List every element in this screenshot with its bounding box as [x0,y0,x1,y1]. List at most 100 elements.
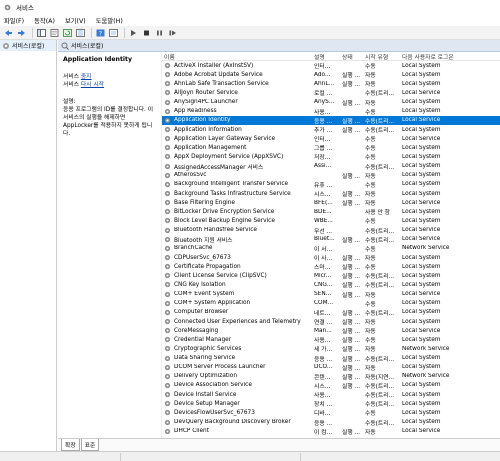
table-row[interactable]: COM+ Event System SEN... 실행 ... 자동 Local Ser… [162,290,500,299]
table-row[interactable]: AnySign4PC Launcher AnyS... 실행 ... 자동 Local … [162,98,500,107]
tab-standard[interactable]: 표준 [80,439,100,451]
restart-service-link[interactable]: 다시 시작 [81,82,104,88]
service-name: Base Filtering Engine [174,199,235,206]
refresh-icon[interactable] [62,28,73,38]
service-startup-cell: 자동 [365,320,376,326]
tree-node-services-local[interactable]: 서비스(로컬) [0,40,56,51]
back-icon[interactable] [3,28,14,38]
service-description-cell: 무선 ... [314,228,333,235]
table-row[interactable]: Block Level Backup Engine Service WBE... 수… [162,216,500,225]
table-row[interactable]: Computer Browser 네트... 실행 ... 수동(트리... Local… [162,308,500,317]
service-gear-icon [164,190,171,197]
stop-service-icon[interactable] [141,28,152,38]
tab-extended[interactable]: 확장 [61,439,80,451]
table-row[interactable]: Connected User Experiences and Telemetry… [162,317,500,326]
start-service-icon[interactable] [128,28,139,38]
table-row[interactable]: ActiveX Installer (AxInstSV) 인터... 수동 Local… [162,61,500,70]
gear-icon [3,42,9,49]
menu-help[interactable]: 도움말(H) [96,16,123,25]
table-row[interactable]: COM+ System Application COM... 수동 Local Sys… [162,299,500,308]
properties-icon[interactable] [49,28,60,38]
pause-service-icon[interactable] [154,28,165,38]
table-row[interactable]: Background Intelligent Transfer Service 유… [162,180,500,189]
service-name-cell: Adobe Acrobat Update Service [162,71,312,78]
column-header-status[interactable]: 상태 [340,52,363,61]
table-row[interactable]: Application Identity 응용 ... 실행 ... 수동(트리...… [162,115,500,125]
service-gear-icon [164,227,171,233]
table-row[interactable]: BranchCache 이 서... 수동 Network Service [162,244,500,253]
column-header-log-on-as[interactable]: 다음 사용자로 로그온 [400,52,500,61]
service-logon-cell: Local System [402,163,441,170]
service-gear-icon [164,72,171,78]
table-row[interactable]: Base Filtering Engine BFE(... 실행 ... 자동 Loca… [162,198,500,207]
console-tree-icon[interactable] [36,28,47,38]
table-row[interactable]: DHCP Client 이 컴... 실행 ... 자동 Local Service [162,427,500,436]
service-startup-cell: 수동(트리... [365,274,395,281]
table-row[interactable]: AssignedAccessManager 서비스 Assi... 수동(트리...… [162,162,500,171]
table-header: 이름 설명 상태 시작 유형 다음 사용자로 로그온 [162,52,500,61]
table-row[interactable]: Device Install Service 사용... 수동(트리... Local… [162,390,500,399]
service-name-cell: AppX Deployment Service (AppXSVC) [162,153,312,160]
table-row[interactable]: Credential Manager 사용... 실행 ... 수동 Local Sys… [162,335,500,344]
table-row[interactable]: CDPUserSvc_67673 이 사... 실행 ... 자동 Local Syst… [162,253,500,262]
export-list-icon[interactable] [75,28,86,38]
column-header-startup-type[interactable]: 시작 유형 [363,52,400,61]
table-row[interactable]: Data Sharing Service 응용 ... 실행 ... 수동(트리...… [162,354,500,363]
service-name-cell: COM+ System Application [162,300,312,307]
table-row[interactable]: CNG Key Isolation CNG... 실행 ... 수동(트리... Loc… [162,280,500,289]
menu-action[interactable]: 동작(A) [34,16,55,25]
service-logon-cell: Network Service [402,245,450,252]
service-description-cell: AhnL... [314,80,335,87]
table-row[interactable]: DCOM Server Process Launcher DCO... 실행 ...… [162,363,500,372]
forward-icon[interactable] [16,28,27,38]
table-row[interactable]: AhnLab Safe Transaction Service AhnL... 실행… [162,79,500,88]
table-row[interactable]: Client License Service (ClipSVC) Micr... 실… [162,271,500,280]
service-logon-cell: Local System [402,181,441,188]
table-row[interactable]: DevicesFlowUserSvc_67673 디바... 수동 Local Sys… [162,408,500,417]
table-row[interactable]: Cryptographic Services 세 가... 실행 ... 자동 Netw… [162,344,500,353]
service-gear-icon [164,254,171,261]
table-row[interactable]: Device Association Service 시스... 실행 ... 수동(… [162,381,500,390]
menu-file[interactable]: 파일(F) [4,16,24,25]
column-header-description[interactable]: 설명 [312,52,340,61]
service-name: ActiveX Installer (AxInstSV) [174,62,254,69]
table-row[interactable]: Bluetooth Handsfree Service 무선 ... 수동(트리..… [162,226,500,235]
service-name-cell: DevicesFlowUserSvc_67673 [162,409,312,416]
table-row[interactable]: CoreMessaging Man... 실행 ... 자동 Local Service [162,326,500,335]
menu-view[interactable]: 보기(V) [65,16,86,25]
table-row[interactable]: DevQuery Background Discovery Broker 응용 .… [162,417,500,427]
service-description-cell: 연결 ... [314,320,333,326]
column-header-name[interactable]: 이름 [162,52,312,61]
table-row[interactable]: Application Information 추가 ... 실행 ... 수동(트리… [162,125,500,134]
table-row[interactable]: Certificate Propagation 스마... 실행 ... 수동 Loca… [162,262,500,271]
service-gear-icon [164,126,171,133]
stop-prefix: 서비스 [63,74,81,80]
table-row[interactable]: Bluetooth 지원 서비스 Bluet... 실행 ... 수동(트리... Lo… [162,235,500,244]
table-row[interactable]: AllJoyn Router Service 로컬 ... 수동(트리... Loca… [162,88,500,97]
service-startup-cell: 수동 [365,265,376,272]
service-name-cell: CNG Key Isolation [162,281,312,288]
table-row[interactable]: AppX Deployment Service (AppXSVC) 저장... 수동… [162,152,500,161]
restart-prefix: 서비스 [63,82,81,88]
table-row[interactable]: App Readiness 사용... 수동 Local System [162,107,500,116]
service-name: Delivery Optimization [174,373,237,380]
help-icon[interactable]: ? [95,28,106,38]
view-icon[interactable] [108,28,119,38]
service-logon-cell: Local System [402,99,441,106]
service-gear-icon [164,273,171,279]
stop-service-link[interactable]: 중지 [81,74,92,80]
table-row[interactable]: Delivery Optimization 콘텐... 실행 ... 자동(지연...… [162,372,500,381]
table-row[interactable]: Background Tasks Infrastructure Service 시… [162,189,500,198]
table-row[interactable]: Device Setup Manager 장치 ... 수동(트리... Local … [162,399,500,408]
service-description-cell: WBE... [314,217,333,224]
service-gear-icon [164,410,171,416]
table-row[interactable]: Application Layer Gateway Service 인터... 수동… [162,134,500,143]
table-row[interactable]: AtherosSvc 실행 ... 자동 Local System [162,171,500,180]
restart-service-icon[interactable] [167,28,178,38]
table-row[interactable]: Adobe Acrobat Update Service Ado... 실행 ...… [162,70,500,79]
table-row[interactable]: Application Management 그룹 ... 수동 Local Syst… [162,143,500,152]
service-startup-cell: 수동(트리... [365,402,395,409]
table-row[interactable]: BitLocker Drive Encryption Service BDE...… [162,207,500,216]
service-logon-cell: Local Service [402,227,441,234]
service-name: BranchCache [174,245,213,252]
